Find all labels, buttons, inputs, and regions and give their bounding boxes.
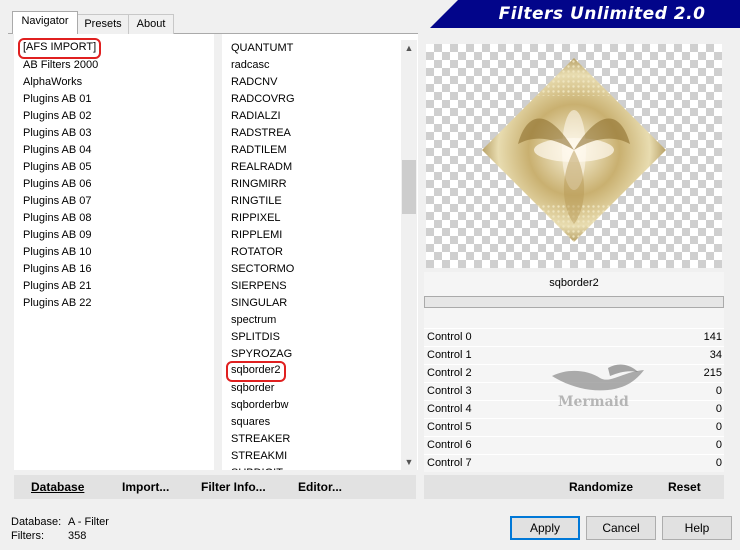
editor-button[interactable]: Editor...	[298, 480, 342, 494]
filter-item[interactable]: STREAKMI	[231, 448, 287, 465]
control-value[interactable]: 0	[680, 421, 722, 433]
control-label: Control 4	[427, 403, 472, 415]
category-item[interactable]: AlphaWorks	[23, 74, 82, 91]
tab-navigator[interactable]: Navigator	[12, 11, 78, 34]
control-label: Control 0	[427, 331, 472, 343]
help-button[interactable]: Help	[662, 516, 732, 540]
filters-count-label: Filters:	[11, 530, 44, 542]
cancel-button[interactable]: Cancel	[586, 516, 656, 540]
scrollbar-thumb[interactable]	[402, 160, 416, 214]
preview-art	[482, 58, 666, 242]
filter-item[interactable]: SIERPENS	[231, 278, 287, 295]
filter-item[interactable]: sqborderbw	[231, 397, 288, 414]
filter-item[interactable]: RINGTILE	[231, 193, 282, 210]
progress-bar	[424, 296, 724, 308]
tab-about[interactable]: About	[128, 14, 174, 34]
filter-item-selected[interactable]: sqborder2	[226, 361, 286, 382]
filter-item[interactable]: RADSTREA	[231, 125, 291, 142]
filter-item[interactable]: RIPPLEMI	[231, 227, 282, 244]
filter-item[interactable]: RADTILEM	[231, 142, 287, 159]
category-item[interactable]: Plugins AB 03	[23, 125, 92, 142]
filter-item[interactable]: STREAKER	[231, 431, 290, 448]
filter-info-button[interactable]: Filter Info...	[201, 480, 266, 494]
category-item[interactable]: Plugins AB 04	[23, 142, 92, 159]
filter-item[interactable]: SPLITDIS	[231, 329, 280, 346]
filters-count-value: 358	[68, 530, 87, 542]
category-item[interactable]: Plugins AB 05	[23, 159, 92, 176]
filter-item[interactable]: SPYROZAG	[231, 346, 292, 363]
control-value[interactable]: 34	[680, 349, 722, 361]
scroll-up-icon[interactable]: ▲	[401, 40, 417, 56]
filter-name-label: sqborder2	[549, 277, 599, 289]
filter-item[interactable]: squares	[231, 414, 270, 431]
category-item[interactable]: Plugins AB 21	[23, 278, 92, 295]
filter-list[interactable]: QUANTUMT radcasc RADCNV RADCOVRG RADIALZI RAD…	[222, 34, 418, 470]
banner-notch	[430, 0, 458, 28]
watermark-logo: Mermaid	[548, 362, 658, 410]
category-item[interactable]: Plugins AB 10	[23, 244, 92, 261]
reset-button[interactable]: Reset	[668, 480, 701, 494]
filter-item[interactable]: QUANTUMT	[231, 40, 293, 57]
filter-item[interactable]: REALRADM	[231, 159, 292, 176]
database-status-label: Database:	[11, 516, 62, 528]
control-label: Control 1	[427, 349, 472, 361]
filter-item[interactable]: RADCNV	[231, 74, 277, 91]
filter-item[interactable]: RADCOVRG	[231, 91, 295, 108]
preview-image	[426, 44, 722, 268]
category-item[interactable]: Plugins AB 02	[23, 108, 92, 125]
scroll-down-icon[interactable]: ▼	[401, 454, 417, 470]
control-label: Control 5	[427, 421, 472, 433]
filter-item[interactable]: SECTORMO	[231, 261, 294, 278]
category-item[interactable]: Plugins AB 08	[23, 210, 92, 227]
control-value[interactable]: 0	[680, 439, 722, 451]
control-value[interactable]: 0	[680, 457, 722, 469]
control-value[interactable]: 0	[680, 403, 722, 415]
category-item[interactable]: Plugins AB 16	[23, 261, 92, 278]
filter-item[interactable]: radcasc	[231, 57, 270, 74]
control-label: Control 3	[427, 385, 472, 397]
database-status-value: A - Filter	[68, 516, 109, 528]
filter-item[interactable]: RIPPIXEL	[231, 210, 281, 227]
category-item[interactable]: Plugins AB 22	[23, 295, 92, 312]
apply-button[interactable]: Apply	[510, 516, 580, 540]
category-item[interactable]: Plugins AB 09	[23, 227, 92, 244]
filter-item[interactable]: sqborder	[231, 380, 274, 397]
app-title: Filters Unlimited 2.0	[498, 4, 706, 24]
category-item[interactable]: Plugins AB 07	[23, 193, 92, 210]
category-item[interactable]: Plugins AB 01	[23, 91, 92, 108]
filter-item[interactable]: ROTATOR	[231, 244, 283, 261]
filter-item[interactable]: SINGULAR	[231, 295, 287, 312]
randomize-button[interactable]: Randomize	[569, 480, 633, 494]
filter-item[interactable]: RINGMIRR	[231, 176, 287, 193]
tab-presets[interactable]: Presets	[77, 14, 129, 34]
category-item-selected[interactable]: [AFS IMPORT]	[17, 38, 102, 59]
filter-list-scrollbar[interactable]: ▲ ▼	[401, 40, 417, 470]
control-value[interactable]: 215	[680, 367, 722, 379]
control-label: Control 2	[427, 367, 472, 379]
category-item[interactable]: Plugins AB 06	[23, 176, 92, 193]
control-value[interactable]: 141	[680, 331, 722, 343]
filter-item[interactable]: spectrum	[231, 312, 276, 329]
control-value[interactable]: 0	[680, 385, 722, 397]
category-item[interactable]: AB Filters 2000	[23, 57, 98, 74]
database-button[interactable]: Database	[31, 480, 84, 494]
filter-item[interactable]: RADIALZI	[231, 108, 281, 125]
category-list[interactable]: [AFS IMPORT] AB Filters 2000 AlphaWorks Plu…	[14, 34, 214, 470]
import-button[interactable]: Import...	[122, 480, 169, 494]
control-label: Control 7	[427, 457, 472, 469]
control-label: Control 6	[427, 439, 472, 451]
filter-item[interactable]: SUBDIGIT	[231, 465, 283, 470]
svg-text:Mermaid: Mermaid	[558, 394, 629, 410]
